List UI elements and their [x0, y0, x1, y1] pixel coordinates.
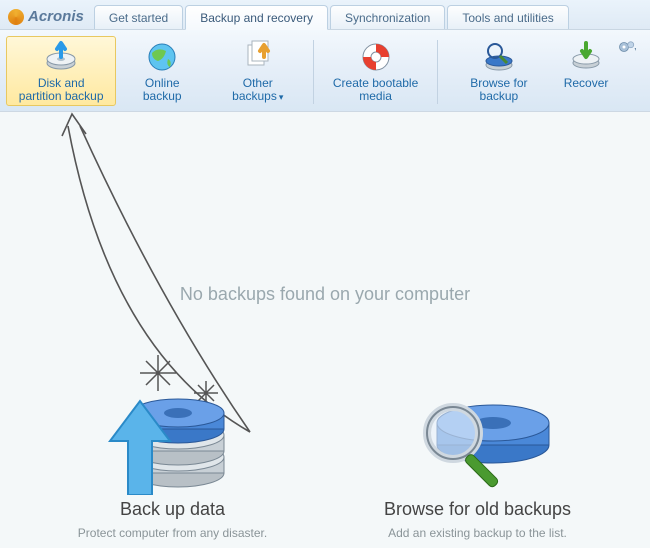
tool-label: Online backup — [125, 77, 199, 103]
other-backups-button[interactable]: Other backups — [208, 36, 307, 107]
brand-logo: Acronis — [6, 8, 94, 29]
main-area: No backups found on your computer — [0, 112, 650, 548]
recover-icon — [568, 39, 604, 75]
panel-subtitle: Protect computer from any disaster. — [43, 526, 303, 540]
tab-synchronization[interactable]: Synchronization — [330, 5, 445, 29]
gear-icon: ▾ — [618, 40, 636, 57]
toolbar-separator — [437, 40, 438, 104]
toolbar-settings[interactable]: ▾ — [618, 36, 644, 57]
tab-label: Tools and utilities — [462, 11, 553, 25]
brand-text: Acronis — [28, 8, 84, 25]
tab-label: Get started — [109, 11, 168, 25]
toolbar: Disk and partition backup Online backup … — [0, 30, 650, 112]
panel-title: Back up data — [43, 499, 303, 520]
tab-tools-utilities[interactable]: Tools and utilities — [447, 5, 568, 29]
tool-label: Browse for backup — [453, 77, 545, 103]
panel-subtitle: Add an existing backup to the list. — [348, 526, 608, 540]
recover-button[interactable]: Recover — [554, 36, 618, 93]
online-backup-button[interactable]: Online backup — [116, 36, 208, 106]
backup-data-icon — [43, 375, 303, 495]
tab-backup-recovery[interactable]: Backup and recovery — [185, 5, 328, 30]
disk-partition-backup-button[interactable]: Disk and partition backup — [6, 36, 116, 106]
browse-for-backup-button[interactable]: Browse for backup — [444, 36, 554, 106]
panel-title: Browse for old backups — [348, 499, 608, 520]
browse-backups-icon — [348, 375, 608, 495]
search-drive-icon — [481, 39, 517, 75]
toolbar-separator — [313, 40, 314, 104]
tabs-row: Acronis Get started Backup and recovery … — [0, 0, 650, 30]
status-message: No backups found on your computer — [180, 284, 470, 305]
globe-icon — [144, 39, 180, 75]
disk-backup-icon — [43, 39, 79, 75]
panels: Back up data Protect computer from any d… — [0, 375, 650, 548]
tool-label: Create bootable media — [329, 77, 421, 103]
create-bootable-media-button[interactable]: Create bootable media — [320, 36, 430, 106]
lifebuoy-icon — [358, 39, 394, 75]
tool-label: Recover — [564, 77, 609, 90]
tab-label: Backup and recovery — [200, 11, 313, 25]
backup-data-panel[interactable]: Back up data Protect computer from any d… — [43, 375, 303, 540]
tab-label: Synchronization — [345, 11, 430, 25]
svg-text:▾: ▾ — [635, 47, 637, 53]
tool-label: Other backups — [217, 77, 298, 104]
brand-swirl-icon — [8, 9, 24, 25]
browse-old-backups-panel[interactable]: Browse for old backups Add an existing b… — [348, 375, 608, 540]
tab-get-started[interactable]: Get started — [94, 5, 183, 29]
file-backup-icon — [240, 39, 276, 75]
tool-label: Disk and partition backup — [15, 77, 107, 103]
